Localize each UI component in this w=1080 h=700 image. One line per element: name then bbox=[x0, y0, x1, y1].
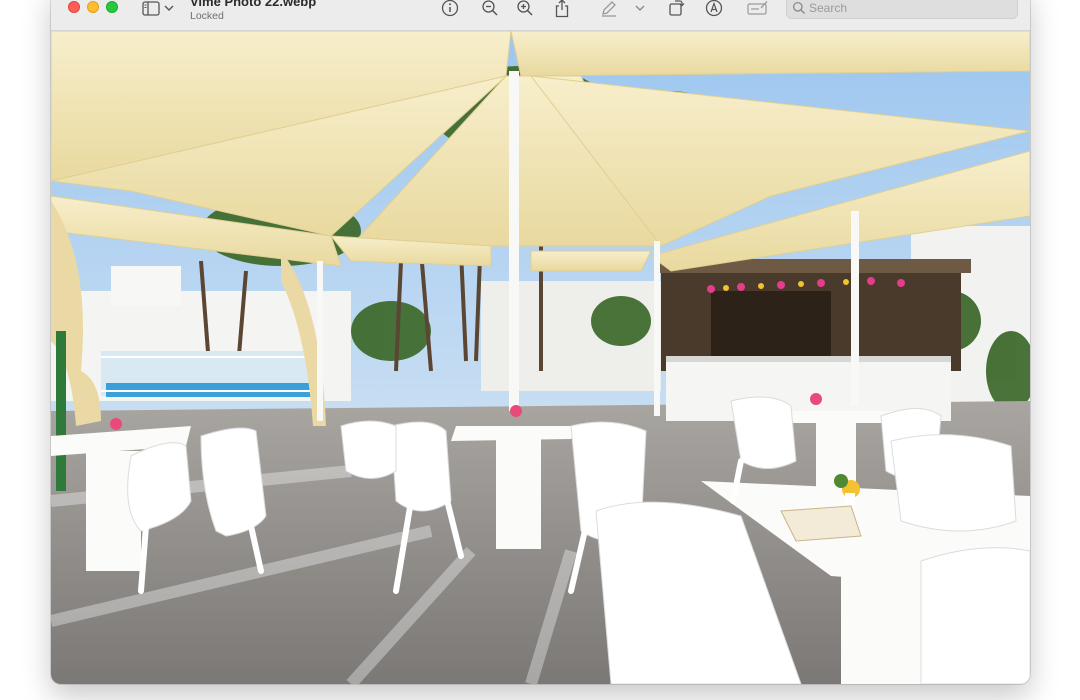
search-field[interactable] bbox=[786, 0, 1018, 19]
search-input[interactable] bbox=[809, 0, 1009, 16]
close-window-button[interactable] bbox=[68, 1, 80, 13]
document-title: Vime Photo 22.webp bbox=[190, 0, 317, 9]
chevron-down-icon[interactable] bbox=[633, 0, 647, 18]
share-icon[interactable] bbox=[552, 0, 572, 18]
pen-icon[interactable] bbox=[599, 0, 619, 18]
sidebar-icon[interactable] bbox=[141, 0, 161, 18]
rotate-icon[interactable] bbox=[666, 0, 686, 18]
form-fill-icon[interactable] bbox=[747, 0, 769, 18]
info-icon[interactable] bbox=[440, 0, 460, 18]
maximize-window-button[interactable] bbox=[106, 1, 118, 13]
title-bar: Vime Photo 22.webp Locked bbox=[51, 0, 1030, 31]
image-viewport[interactable] bbox=[51, 31, 1030, 684]
preview-window: Vime Photo 22.webp Locked bbox=[51, 0, 1030, 684]
annotate-icon[interactable] bbox=[704, 0, 724, 18]
search-icon bbox=[792, 1, 805, 14]
terrace-photo bbox=[51, 31, 1030, 684]
zoom-in-icon[interactable] bbox=[515, 0, 535, 18]
chevron-down-icon[interactable] bbox=[162, 0, 176, 18]
minimize-window-button[interactable] bbox=[87, 1, 99, 13]
zoom-out-icon[interactable] bbox=[480, 0, 500, 18]
document-status: Locked bbox=[190, 10, 224, 22]
